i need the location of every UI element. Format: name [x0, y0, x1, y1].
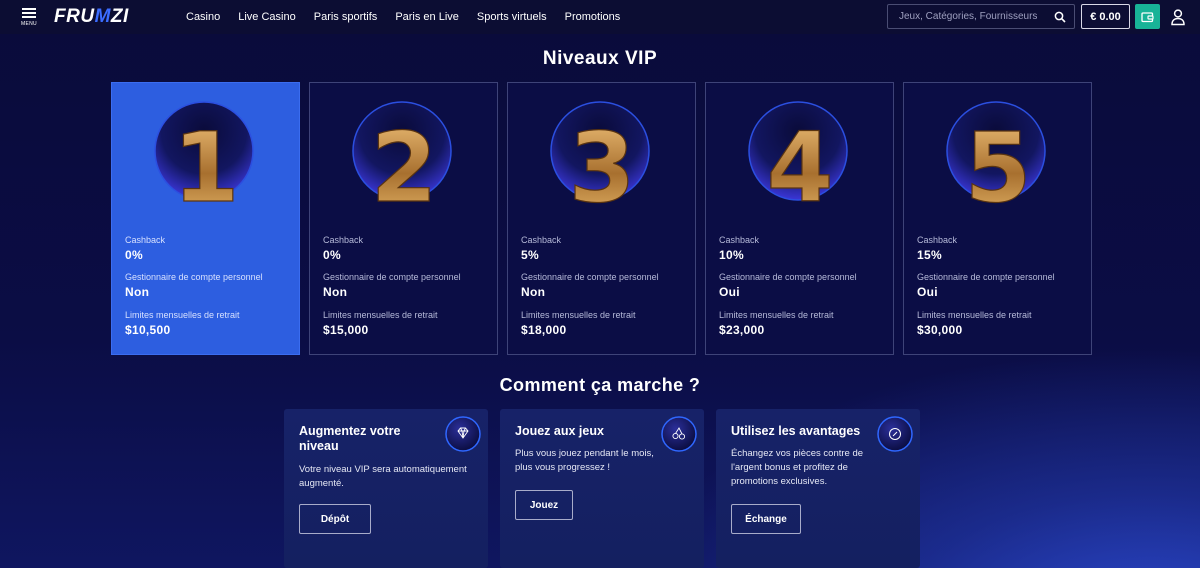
- cashback-label: Cashback: [125, 235, 166, 245]
- cashback-value: 0%: [125, 248, 143, 262]
- menu-label: MENU: [21, 21, 37, 27]
- withdraw-value: $10,500: [125, 323, 171, 337]
- how-card-title: Utilisez les avantages: [731, 424, 861, 438]
- wallet-icon: [1141, 11, 1154, 22]
- manager-label: Gestionnaire de compte personnel: [125, 272, 263, 282]
- top-bar: MENU FRUMZI Casino Live Casino Paris spo…: [0, 0, 1200, 34]
- manager-label: Gestionnaire de compte personnel: [521, 272, 659, 282]
- how-card-title: Jouez aux jeux: [515, 424, 604, 438]
- search-icon[interactable]: [1054, 11, 1066, 23]
- cashback-value: 5%: [521, 248, 539, 262]
- withdraw-label: Limites mensuelles de retrait: [917, 310, 1032, 320]
- how-card-text: Votre niveau VIP sera automatiquement au…: [299, 464, 467, 489]
- play-button[interactable]: Jouez: [515, 490, 573, 520]
- diamond-icon: [445, 416, 481, 452]
- vip-levels-title: Niveaux VIP: [542, 48, 658, 69]
- how-card-play: Jouez aux jeux Plus vous jouez pendant l…: [500, 409, 704, 568]
- vip-level-card[interactable]: 1 Cashback 0% Gestionnaire de compte per…: [111, 82, 300, 355]
- withdraw-value: $18,000: [521, 323, 567, 337]
- hamburger-icon-bar: [22, 16, 36, 18]
- vip-level-card[interactable]: 2 Cashback 0% Gestionnaire de compte per…: [309, 82, 498, 355]
- withdraw-label: Limites mensuelles de retrait: [719, 310, 834, 320]
- manager-value: Non: [125, 285, 150, 299]
- logo-text-mid: M: [94, 6, 111, 27]
- vip-level-card[interactable]: 3 Cashback 5% Gestionnaire de compte per…: [507, 82, 696, 355]
- nav-paris-en-live[interactable]: Paris en Live: [395, 11, 459, 23]
- deposit-button[interactable]: Dépôt: [299, 504, 371, 534]
- cherries-icon: [661, 416, 697, 452]
- manager-label: Gestionnaire de compte personnel: [917, 272, 1055, 282]
- level-badge-icon: 4: [748, 101, 848, 215]
- main-nav: Casino Live Casino Paris sportifs Paris …: [186, 0, 638, 34]
- nav-paris-sportifs[interactable]: Paris sportifs: [314, 11, 378, 23]
- nav-sports-virtuels[interactable]: Sports virtuels: [477, 11, 547, 23]
- manager-label: Gestionnaire de compte personnel: [323, 272, 461, 282]
- withdraw-value: $15,000: [323, 323, 369, 337]
- nav-promotions[interactable]: Promotions: [565, 11, 621, 23]
- hamburger-icon: [22, 8, 36, 10]
- cashback-value: 0%: [323, 248, 341, 262]
- nav-live-casino[interactable]: Live Casino: [238, 11, 295, 23]
- menu-button[interactable]: MENU: [20, 8, 38, 28]
- cashback-value: 15%: [917, 248, 942, 262]
- withdraw-label: Limites mensuelles de retrait: [323, 310, 438, 320]
- level-number: 2: [371, 112, 438, 215]
- withdraw-label: Limites mensuelles de retrait: [521, 310, 636, 320]
- vip-level-card[interactable]: 5 Cashback 15% Gestionnaire de compte pe…: [903, 82, 1092, 355]
- vip-levels: 1 Cashback 0% Gestionnaire de compte per…: [111, 82, 1092, 355]
- logo-text-left: FRU: [54, 6, 95, 27]
- logo-text-right: ZI: [110, 6, 129, 27]
- exchange-button[interactable]: Échange: [731, 504, 801, 534]
- vip-level-card[interactable]: 4 Cashback 10% Gestionnaire de compte pe…: [705, 82, 894, 355]
- coin-icon: [877, 416, 913, 452]
- how-it-works-title: Comment ça marche ?: [499, 375, 701, 395]
- level-badge-icon: 5: [946, 101, 1046, 215]
- cashback-label: Cashback: [521, 235, 562, 245]
- cashback-label: Cashback: [719, 235, 760, 245]
- how-card-upgrade: Augmentez votre niveau Votre niveau VIP …: [284, 409, 488, 568]
- how-card-benefits: Utilisez les avantages Échangez vos pièc…: [716, 409, 920, 568]
- level-number: 4: [767, 112, 834, 215]
- manager-value: Non: [521, 285, 546, 299]
- level-number: 5: [965, 112, 1032, 215]
- logo[interactable]: FRUMZI: [54, 7, 129, 27]
- cashback-label: Cashback: [323, 235, 364, 245]
- balance-button[interactable]: € 0.00: [1081, 4, 1130, 29]
- how-card-text: Plus vous jouez pendant le mois, plus vo…: [515, 448, 654, 473]
- manager-label: Gestionnaire de compte personnel: [719, 272, 857, 282]
- manager-value: Oui: [719, 285, 740, 299]
- wallet-button[interactable]: [1135, 4, 1160, 29]
- withdraw-value: $23,000: [719, 323, 765, 337]
- level-number: 3: [569, 112, 636, 215]
- how-card-title: Augmentez votre niveau: [299, 424, 401, 453]
- level-badge-icon: 3: [550, 101, 650, 215]
- search-box: [887, 4, 1075, 29]
- cashback-label: Cashback: [917, 235, 958, 245]
- level-number: 1: [173, 112, 240, 215]
- manager-value: Oui: [917, 285, 938, 299]
- nav-casino[interactable]: Casino: [186, 11, 220, 23]
- withdraw-label: Limites mensuelles de retrait: [125, 310, 240, 320]
- search-input[interactable]: [888, 11, 1048, 22]
- level-badge-icon: 2: [352, 101, 452, 215]
- user-icon[interactable]: [1170, 8, 1186, 26]
- cashback-value: 10%: [719, 248, 744, 262]
- manager-value: Non: [323, 285, 348, 299]
- level-badge-icon: 1: [154, 101, 254, 215]
- hamburger-icon-bar: [22, 12, 36, 14]
- withdraw-value: $30,000: [917, 323, 963, 337]
- how-card-text: Échangez vos pièces contre de l'argent b…: [731, 448, 864, 487]
